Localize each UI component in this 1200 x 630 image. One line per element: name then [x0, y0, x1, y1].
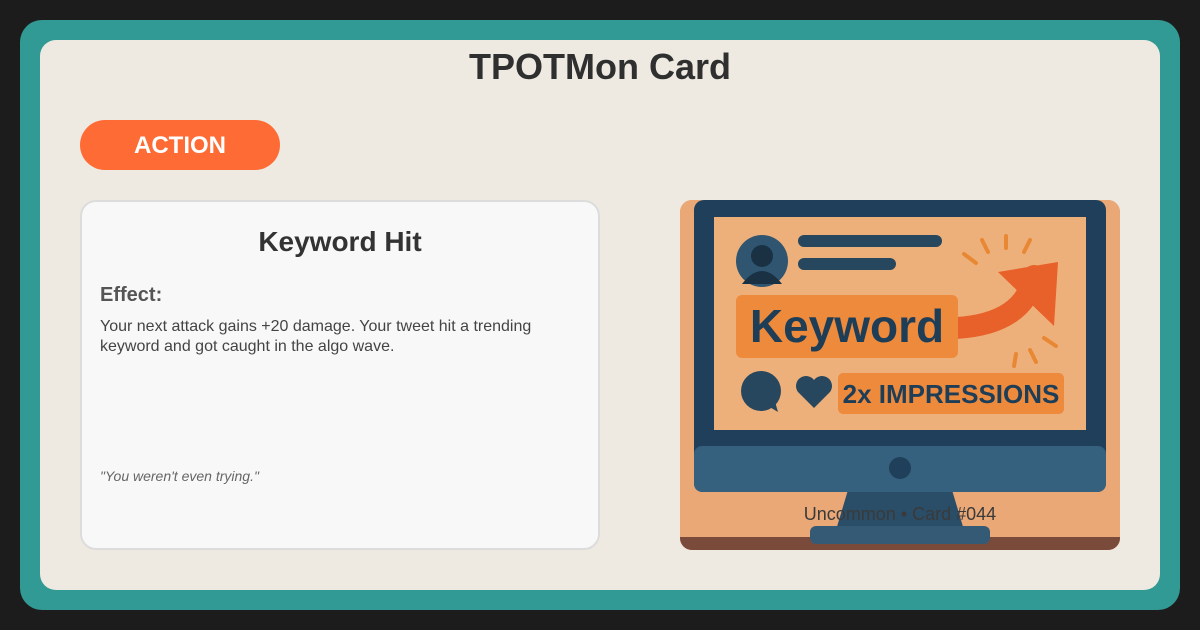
page-title: TPOTMon Card — [469, 46, 731, 87]
card-text-box: Keyword Hit Effect: Your next attack gai… — [80, 200, 600, 550]
flavor-text: "You weren't even trying." — [100, 468, 259, 484]
effect-text: Your next attack gains +20 damage. Your … — [100, 318, 532, 355]
impressions-label: 2x IMPRESSIONS — [843, 379, 1060, 409]
keyword-label: Keyword — [750, 300, 944, 352]
effect-label: Effect: — [100, 284, 163, 306]
avatar-icon — [736, 235, 788, 287]
rarity-text: Uncommon • Card #044 — [803, 504, 997, 524]
card-name: Keyword Hit — [258, 226, 422, 257]
monitor-button-icon — [889, 457, 911, 479]
monitor-base — [810, 526, 990, 544]
post-line-icon — [798, 258, 896, 270]
card-type-badge: ACTION — [80, 120, 280, 170]
post-line-icon — [798, 235, 942, 247]
monitor-illustration: Keyword 2x IMPRESSIONS — [680, 200, 1120, 550]
card-artwork: Keyword 2x IMPRESSIONS Uncommon • Card #… — [680, 200, 1120, 550]
